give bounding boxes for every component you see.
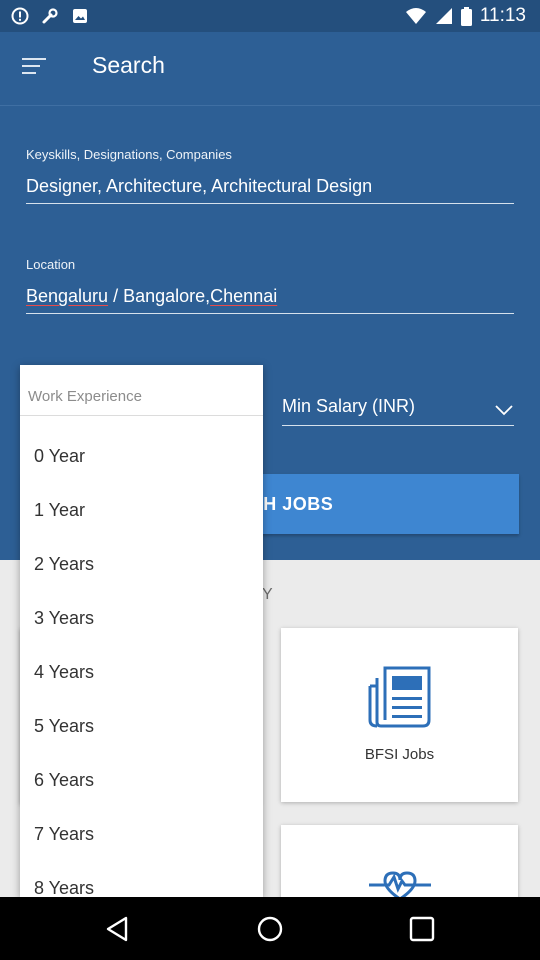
back-icon[interactable] xyxy=(104,915,132,943)
experience-option-5[interactable]: 5 Years xyxy=(20,699,263,753)
bfsi-jobs-label: BFSI Jobs xyxy=(364,746,435,763)
min-salary-select[interactable]: Min Salary (INR) xyxy=(282,392,514,426)
signal-icon xyxy=(435,7,453,25)
experience-option-1[interactable]: 1 Year xyxy=(20,483,263,537)
wifi-icon xyxy=(405,7,427,25)
experience-option-2[interactable]: 2 Years xyxy=(20,537,263,591)
min-salary-label: Min Salary (INR) xyxy=(282,396,416,416)
status-bar: 11:13 xyxy=(0,0,540,32)
healthcare-card[interactable] xyxy=(281,825,518,905)
hamburger-menu-icon[interactable] xyxy=(22,56,50,82)
experience-option-8[interactable]: 8 Years xyxy=(20,861,263,898)
experience-option-7[interactable]: 7 Years xyxy=(20,807,263,861)
location-value-part2: / Bangalore, xyxy=(108,286,211,306)
location-value-part1: Bengaluru xyxy=(26,286,109,306)
location-input[interactable]: Bengaluru / Bangalore,Chennai xyxy=(26,286,514,314)
recents-icon[interactable] xyxy=(408,915,436,943)
wrench-icon xyxy=(40,6,60,26)
section-heading: Y xyxy=(262,586,273,603)
page-title: Search xyxy=(92,52,165,78)
newspaper-icon xyxy=(367,664,433,735)
app-bar: Search xyxy=(0,32,540,106)
work-experience-label: Work Experience xyxy=(28,388,142,405)
alert-circle-icon xyxy=(10,6,30,26)
location-value-part3: Chennai xyxy=(210,286,278,306)
chevron-down-icon xyxy=(494,400,514,421)
clock-time: 11:13 xyxy=(479,5,526,26)
location-label: Location xyxy=(26,257,76,272)
navigation-bar xyxy=(0,897,540,960)
experience-option-6[interactable]: 6 Years xyxy=(20,753,263,807)
keyskills-input[interactable]: Designer, Architecture, Architectural De… xyxy=(26,176,514,204)
experience-option-3[interactable]: 3 Years xyxy=(20,591,263,645)
bfsi-jobs-card[interactable]: BFSI Jobs xyxy=(281,628,518,802)
image-icon xyxy=(70,6,90,26)
battery-icon xyxy=(460,6,472,26)
experience-option-4[interactable]: 4 Years xyxy=(20,645,263,699)
home-icon[interactable] xyxy=(256,915,284,943)
work-experience-dropdown: Work Experience 0 Year 1 Year 2 Years 3 … xyxy=(20,365,263,897)
work-experience-header: Work Experience xyxy=(20,365,263,416)
experience-option-0[interactable]: 0 Year xyxy=(20,429,263,483)
keyskills-label: Keyskills, Designations, Companies xyxy=(26,147,232,162)
